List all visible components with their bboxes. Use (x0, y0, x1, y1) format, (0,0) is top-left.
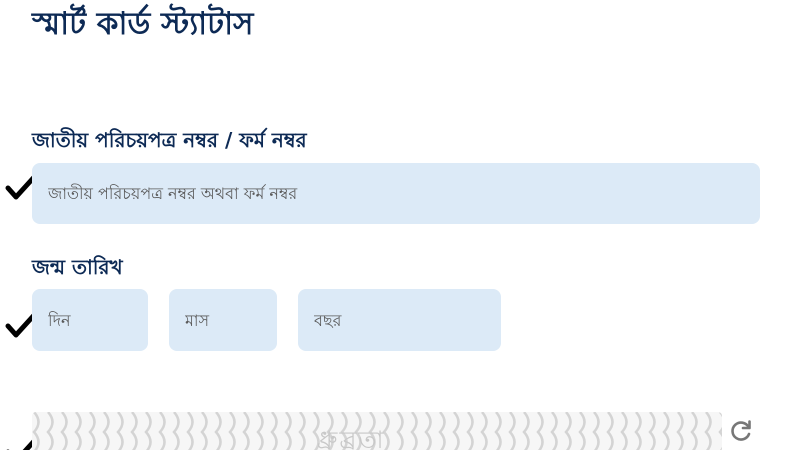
refresh-icon[interactable] (728, 418, 754, 444)
dob-year-input[interactable] (298, 289, 501, 351)
dob-day-input[interactable] (32, 289, 148, 351)
dob-label: জন্ম তারিখ (32, 255, 123, 279)
captcha-image: ধ্রুব্রতা (32, 412, 722, 450)
page-title: স্মার্ট কার্ড স্ট্যাটাস (32, 6, 254, 42)
smart-card-status-page: স্মার্ট কার্ড স্ট্যাটাস জাতীয় পরিচয়পত্… (0, 0, 800, 450)
dob-month-input[interactable] (169, 289, 277, 351)
captcha-text: ধ্রুব্রতা (317, 426, 386, 450)
nid-label: জাতীয় পরিচয়পত্র নম্বর / ফর্ম নম্বর (32, 128, 307, 152)
nid-input[interactable] (32, 163, 760, 224)
